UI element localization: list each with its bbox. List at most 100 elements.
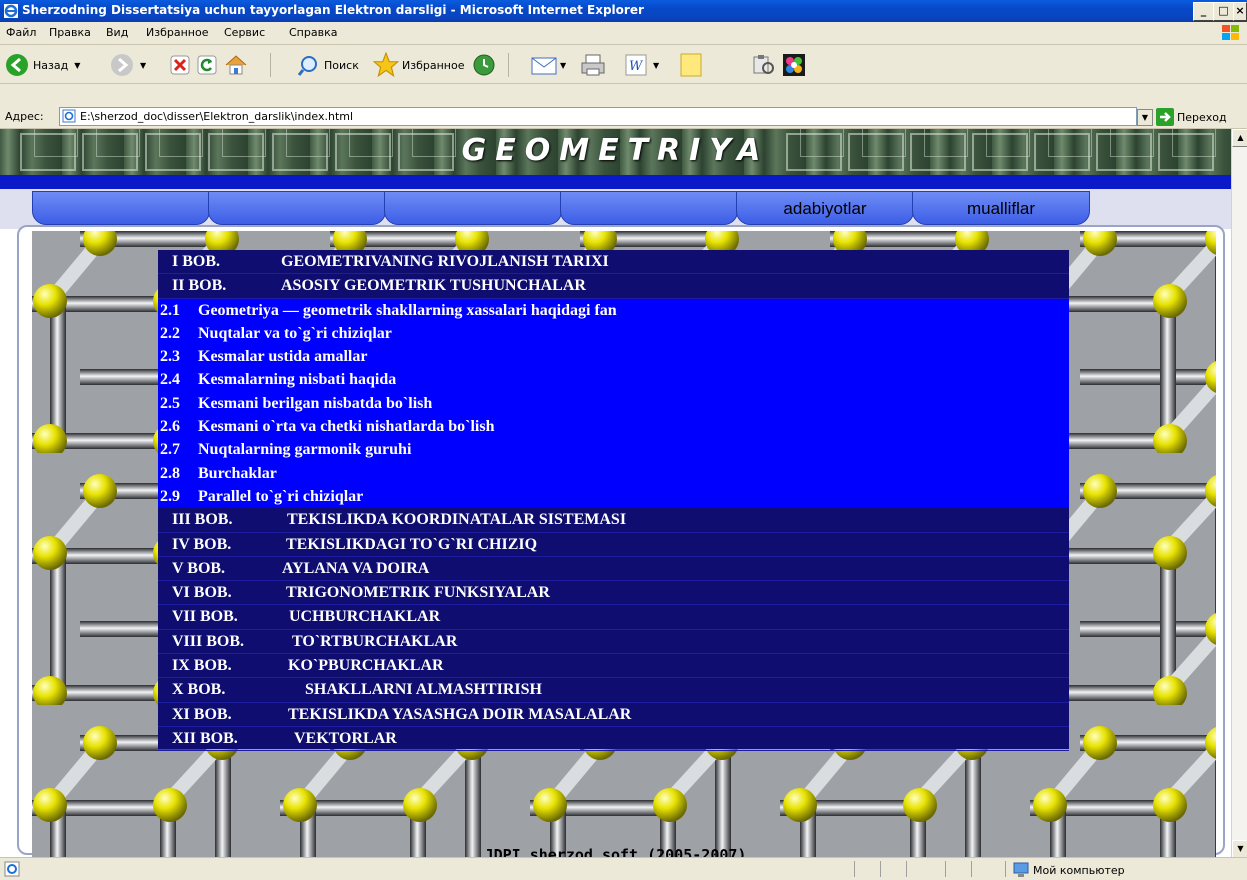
stop-button[interactable] bbox=[170, 52, 190, 78]
security-zone: Мой компьютер bbox=[1013, 862, 1125, 878]
chevron-down-icon[interactable]: ▼ bbox=[140, 61, 146, 70]
back-button[interactable]: Назад ▼ bbox=[5, 52, 80, 78]
scroll-up-button[interactable]: ▲ bbox=[1232, 129, 1247, 147]
subsection-row[interactable]: 2.6 Kesmani o`rta va chetki nishatlarda b… bbox=[158, 415, 1069, 439]
minimize-button[interactable]: _ bbox=[1193, 2, 1214, 21]
menu-file[interactable]: Файл bbox=[6, 26, 36, 39]
edit-button[interactable]: W ▼ bbox=[625, 52, 659, 78]
messenger-button[interactable] bbox=[782, 52, 806, 78]
chapter-title: ASOSIY GEOMETRIK TUSHUNCHALAR bbox=[281, 277, 586, 295]
history-button[interactable] bbox=[472, 52, 496, 78]
tab-mualliflar[interactable]: mualliflar bbox=[912, 191, 1090, 225]
menu-view[interactable]: Вид bbox=[106, 26, 128, 39]
chapter-title: TRIGONOMETRIK FUNKSIYALAR bbox=[286, 584, 550, 602]
chevron-down-icon[interactable]: ▼ bbox=[653, 61, 659, 70]
subsection-row[interactable]: 2.9 Parallel to`g`ri chiziqlar bbox=[158, 484, 1069, 509]
search-label: Поиск bbox=[324, 58, 359, 72]
chapter-title: SHAKLLARNI ALMASHTIRISH bbox=[305, 681, 542, 699]
chapter-number: IX BOB. bbox=[172, 657, 232, 675]
chapter-row[interactable]: VII BOB. UCHBURCHAKLAR bbox=[158, 605, 1069, 630]
chevron-down-icon[interactable]: ▼ bbox=[560, 61, 566, 70]
subsection-title: Kesmalar ustida amallar bbox=[198, 348, 368, 366]
discuss-button[interactable] bbox=[680, 52, 702, 78]
chapter-row[interactable]: IX BOB. KO`PBURCHAKLAR bbox=[158, 654, 1069, 679]
menu-tools[interactable]: Сервис bbox=[224, 26, 265, 39]
chapter-row[interactable]: XI BOB. TEKISLIKDA YASASHGA DOIR MASALALA… bbox=[158, 703, 1069, 727]
chapter-row[interactable]: X BOB. SHAKLLARNI ALMASHTIRISH bbox=[158, 678, 1069, 703]
chapter-number: VI BOB. bbox=[172, 584, 232, 602]
chapter-row[interactable]: V BOB. AYLANA VA DOIRA bbox=[158, 557, 1069, 582]
window-title: Sherzodning Dissertatsiya uchun tayyorla… bbox=[22, 3, 644, 17]
star-icon bbox=[373, 52, 399, 78]
subsection-number: 2.5 bbox=[160, 394, 180, 412]
chevron-down-icon[interactable]: ▼ bbox=[74, 61, 80, 70]
subsection-row[interactable]: 2.2 Nuqtalar va to`g`ri chiziqlar bbox=[158, 321, 1069, 346]
subsection-number: 2.6 bbox=[160, 418, 180, 436]
page-banner: GEOMETRIYA bbox=[0, 129, 1231, 175]
chapter-row[interactable]: IV BOB. TEKISLIKDAGI TO`G`RI CHIZIQ bbox=[158, 533, 1069, 557]
maximize-button[interactable]: □ bbox=[1213, 2, 1234, 21]
menu-favorites[interactable]: Избранное bbox=[146, 26, 208, 39]
subsection-number: 2.3 bbox=[160, 348, 180, 366]
tab-4[interactable] bbox=[560, 191, 738, 225]
address-dropdown-button[interactable]: ▼ bbox=[1137, 109, 1153, 126]
subsection-number: 2.1 bbox=[160, 301, 180, 319]
windows-flag-icon bbox=[1222, 25, 1239, 40]
scroll-down-button[interactable]: ▼ bbox=[1232, 840, 1247, 858]
word-icon: W bbox=[625, 54, 647, 76]
status-divider bbox=[880, 861, 881, 877]
chapter-row[interactable]: VI BOB. TRIGONOMETRIK FUNKSIYALAR bbox=[158, 581, 1069, 606]
tab-3[interactable] bbox=[384, 191, 562, 225]
forward-button[interactable]: ▼ bbox=[110, 52, 146, 78]
tab-1[interactable] bbox=[32, 191, 210, 225]
research-icon bbox=[753, 55, 774, 74]
menu-help[interactable]: Справка bbox=[289, 26, 337, 39]
menu-bar: Файл Правка Вид Избранное Сервис Справка bbox=[0, 22, 1247, 45]
subsection-row[interactable]: 2.3 Kesmalar ustida amallar bbox=[158, 345, 1069, 369]
subsection-number: 2.8 bbox=[160, 464, 180, 482]
chapter-row[interactable]: II BOB. ASOSIY GEOMETRIK TUSHUNCHALAR bbox=[158, 274, 1069, 299]
research-button[interactable] bbox=[752, 52, 776, 78]
chapter-row[interactable]: III BOB. TEKISLIKDA KOORDINATALAR SISTEMA… bbox=[158, 508, 1069, 533]
tab-2[interactable] bbox=[208, 191, 386, 225]
subsection-title: Nuqtalarning garmonik guruhi bbox=[198, 441, 412, 459]
chapter-row[interactable]: VIII BOB. TO`RTBURCHAKLAR bbox=[158, 630, 1069, 655]
subsection-row[interactable]: 2.8 Burchaklar bbox=[158, 461, 1069, 485]
subsection-number: 2.4 bbox=[160, 371, 180, 389]
go-label: Переход bbox=[1177, 110, 1227, 124]
subsection-row[interactable]: 2.5 Kesmani berilgan nisbatda bo`lish bbox=[158, 391, 1069, 416]
refresh-button[interactable] bbox=[197, 52, 217, 78]
chapter-number: V BOB. bbox=[172, 559, 226, 577]
search-button[interactable]: Поиск bbox=[297, 52, 359, 78]
flower-icon bbox=[783, 54, 805, 76]
chapter-number: VIII BOB. bbox=[172, 632, 245, 650]
subsection-number: 2.2 bbox=[160, 324, 180, 342]
chapter-number: X BOB. bbox=[172, 681, 226, 699]
page-footer: JDPI sherzod soft (2005-2007) bbox=[484, 846, 747, 857]
chapter-row[interactable]: I BOB. GEOMETRIVANING RIVOJLANISH TARIXI bbox=[158, 250, 1069, 275]
favorites-button[interactable]: Избранное bbox=[373, 52, 464, 78]
address-input[interactable]: E:\sherzod_doc\disser\Elektron_darslik\i… bbox=[59, 107, 1137, 126]
subsection-title: Kesmani o`rta va chetki nishatlarda bo`l… bbox=[198, 418, 495, 436]
print-button[interactable] bbox=[580, 52, 606, 78]
menu-edit[interactable]: Правка bbox=[49, 26, 91, 39]
go-button[interactable]: Переход bbox=[1156, 108, 1227, 126]
subsection-title: Burchaklar bbox=[198, 464, 277, 482]
subsection-row[interactable]: 2.4 Kesmalarning nisbati haqida bbox=[158, 368, 1069, 392]
chapter-title: TEKISLIKDA KOORDINATALAR SISTEMASI bbox=[287, 511, 627, 529]
close-button[interactable]: × bbox=[1233, 2, 1247, 21]
subsection-row[interactable]: 2.1 Geometriya — geometrik shakllarning x… bbox=[158, 298, 1069, 322]
subsection-number: 2.7 bbox=[160, 441, 180, 459]
mail-button[interactable]: ▼ bbox=[530, 52, 566, 78]
chapter-number: IV BOB. bbox=[172, 535, 232, 553]
ie-window-icon bbox=[4, 4, 18, 18]
chapter-row[interactable]: XII BOB. VEKTORLAR bbox=[158, 727, 1069, 752]
home-button[interactable] bbox=[224, 52, 248, 78]
vertical-scrollbar[interactable]: ▲ ▼ bbox=[1231, 129, 1247, 858]
tab-adabiyotlar[interactable]: adabiyotlar bbox=[736, 191, 914, 225]
printer-icon bbox=[581, 54, 605, 76]
subsection-row[interactable]: 2.7 Nuqtalarning garmonik guruhi bbox=[158, 438, 1069, 462]
subsection-title: Kesmalarning nisbati haqida bbox=[198, 371, 397, 389]
refresh-icon bbox=[197, 55, 217, 75]
favorites-label: Избранное bbox=[402, 58, 465, 72]
